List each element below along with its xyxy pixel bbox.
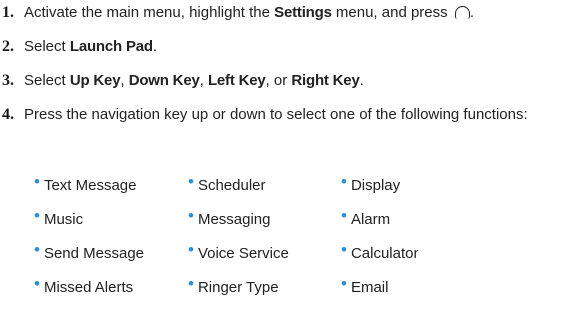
bullet-icon: • xyxy=(188,240,194,259)
list-item: • Scheduler xyxy=(188,172,266,194)
bullet-icon: • xyxy=(188,172,194,191)
bullet-icon: • xyxy=(341,172,347,191)
step-text: Activate the main menu, highlight the Se… xyxy=(24,4,474,21)
ok-key-icon xyxy=(454,6,470,19)
bullet-icon: • xyxy=(341,240,347,259)
step-text: Select Up Key, Down Key, Left Key, or Ri… xyxy=(24,72,364,89)
list-item: • Calculator xyxy=(341,240,419,262)
list-item: • Voice Service xyxy=(188,240,289,262)
bullet-icon: • xyxy=(341,206,347,225)
bullet-icon: • xyxy=(34,274,40,293)
list-item: • Music xyxy=(34,206,84,228)
step-text: Select Launch Pad. xyxy=(24,38,158,55)
list-item: • Email xyxy=(341,274,389,296)
step-number: 4. xyxy=(2,106,14,123)
bullet-icon: • xyxy=(34,206,40,225)
bullet-icon: • xyxy=(34,240,40,259)
list-item: • Missed Alerts xyxy=(34,274,134,296)
step-number: 1. xyxy=(2,4,14,21)
bullet-icon: • xyxy=(341,274,347,293)
step-number: 2. xyxy=(2,38,14,55)
bullet-icon: • xyxy=(34,172,40,191)
step-number: 3. xyxy=(2,72,14,89)
list-item: • Ringer Type xyxy=(188,274,279,296)
list-item: • Messaging xyxy=(188,206,271,228)
bullet-icon: • xyxy=(188,274,194,293)
list-item: • Text Message xyxy=(34,172,137,194)
list-item: • Alarm xyxy=(341,206,391,228)
list-item: • Display xyxy=(341,172,401,194)
bullet-icon: • xyxy=(188,206,194,225)
step-text: Press the navigation key up or down to s… xyxy=(24,106,528,123)
list-item: • Send Message xyxy=(34,240,145,262)
